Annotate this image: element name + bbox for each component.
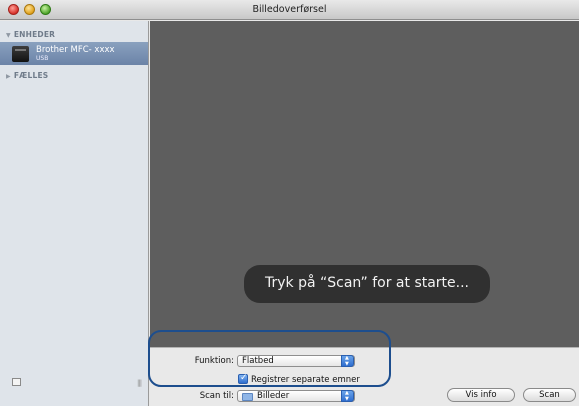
- devices-header-label: ENHEDER: [13, 30, 56, 39]
- pictures-folder-icon: [242, 393, 253, 401]
- scan-to-value: Billeder: [257, 391, 290, 401]
- section-header-shared[interactable]: ▶ FÆLLES: [6, 71, 48, 80]
- device-name: Brother MFC- xxxx: [36, 45, 115, 55]
- window-title: Billedoverførsel: [252, 4, 327, 15]
- settings-highlight-callout: [148, 330, 391, 387]
- scan-hint-text: Tryk på “Scan” for at starte...: [264, 275, 470, 291]
- disclosure-open-icon[interactable]: ▼: [6, 32, 11, 39]
- scan-hint-overlay: Tryk på “Scan” for at starte...: [244, 265, 490, 303]
- scan-button[interactable]: Scan: [523, 388, 576, 402]
- sidebar: ▼ ENHEDER Brother MFC- xxxx USB ▶ FÆLLES |…: [0, 21, 149, 406]
- show-info-button[interactable]: Vis info: [447, 388, 515, 402]
- sidebar-item-device[interactable]: Brother MFC- xxxx USB: [0, 42, 148, 65]
- title-bar: Billedoverførsel: [0, 0, 579, 20]
- resize-grip-icon[interactable]: |||: [137, 379, 142, 387]
- disclosure-closed-icon[interactable]: ▶: [6, 73, 11, 80]
- device-connection: USB: [36, 55, 49, 62]
- scan-to-label: Scan til:: [199, 391, 234, 401]
- scanner-icon: [12, 46, 29, 62]
- popup-arrows-icon: [341, 390, 354, 402]
- shared-header-label: FÆLLES: [13, 71, 49, 80]
- sidebar-action-button[interactable]: [12, 378, 21, 386]
- scan-to-select[interactable]: Billeder: [237, 390, 355, 402]
- image-capture-window: Billedoverførsel ▼ ENHEDER Brother MFC- x…: [0, 0, 579, 406]
- section-header-devices[interactable]: ▼ ENHEDER: [6, 30, 55, 39]
